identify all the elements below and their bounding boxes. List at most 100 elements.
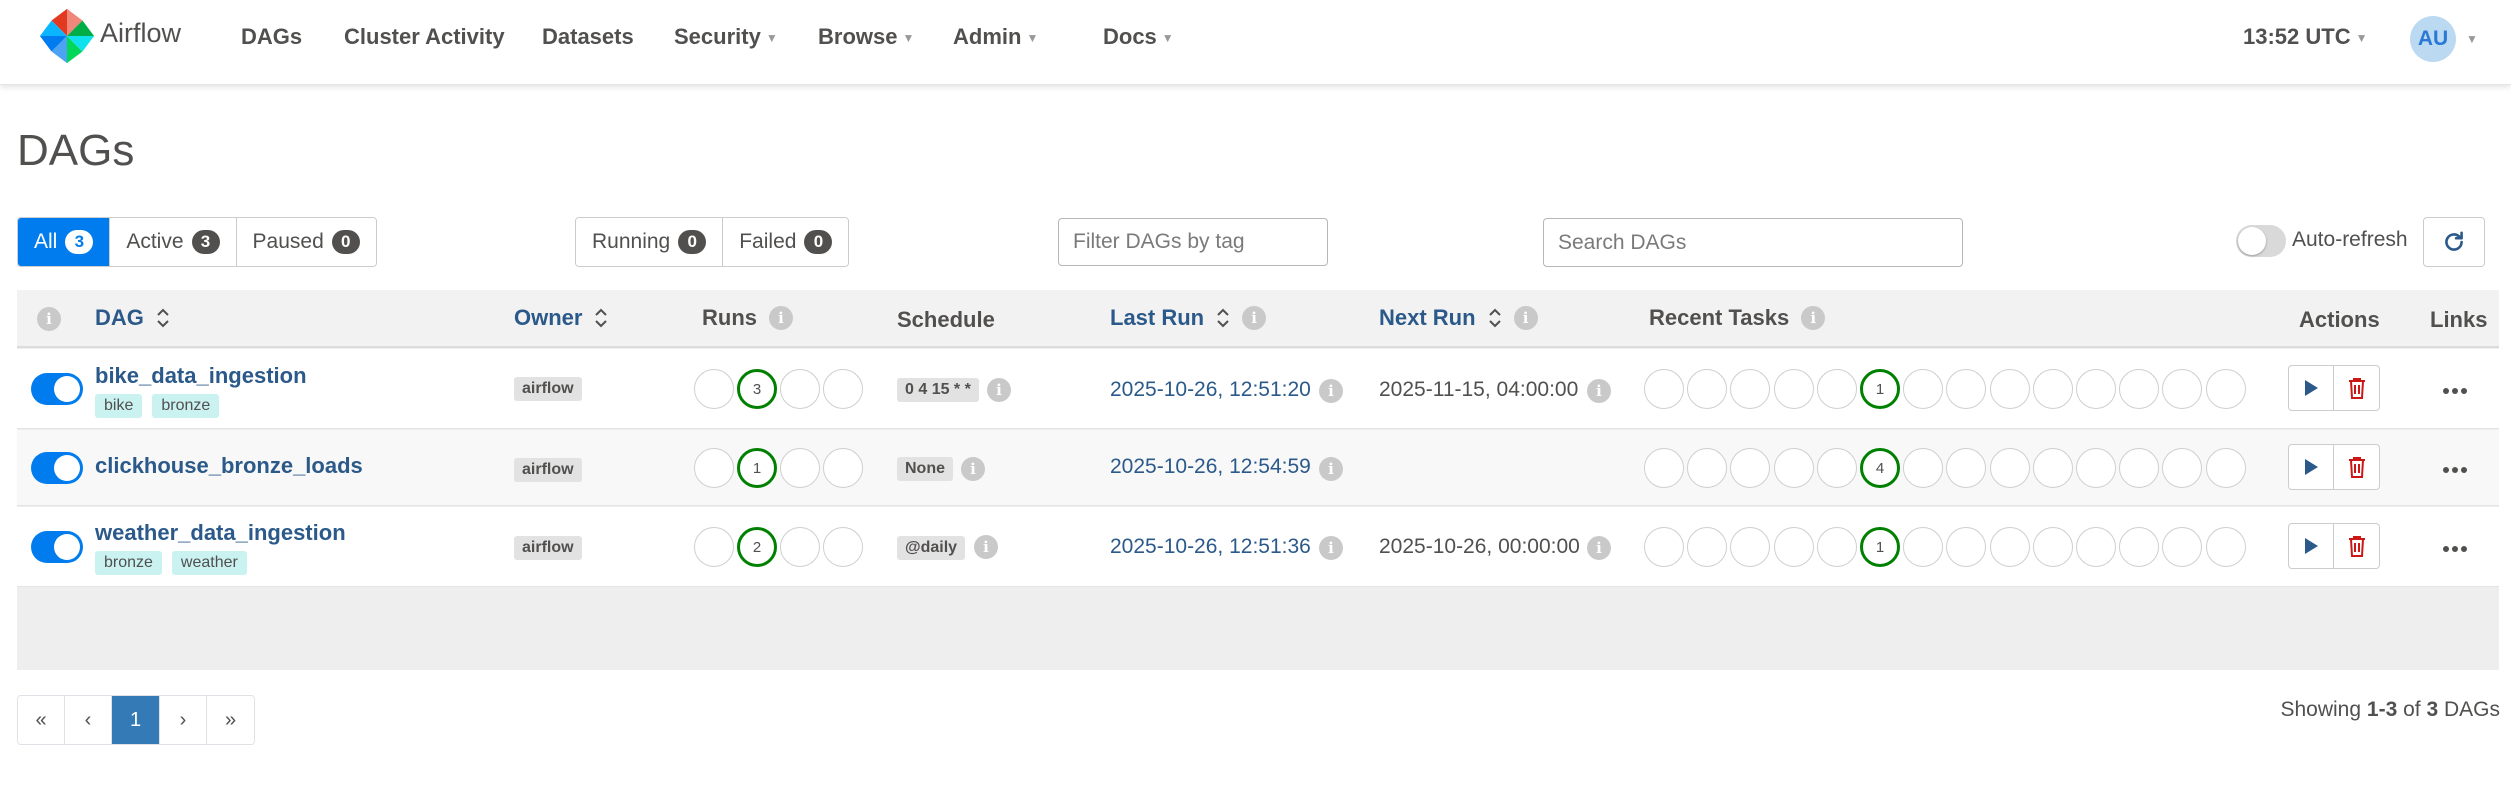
task-state-circle[interactable] [1644,448,1684,488]
nav-dags[interactable]: DAGs [241,24,302,50]
filter-active-button[interactable]: Active 3 [110,218,237,266]
sort-by-next-run-header[interactable]: Next Run i [1379,305,1538,331]
pause-toggle-switch[interactable] [31,531,83,563]
run-state-circle[interactable] [780,527,820,567]
brand-link[interactable]: Airflow [38,6,181,66]
info-icon[interactable]: i [1587,379,1611,403]
task-state-circle[interactable] [2162,369,2203,409]
task-state-circle[interactable] [1946,527,1987,567]
schedule-badge[interactable]: 0 4 15 * * [897,378,979,402]
info-icon[interactable]: i [1801,306,1826,330]
task-state-circle[interactable] [1687,527,1728,567]
task-state-circle[interactable] [1946,448,1987,488]
pause-toggle-switch[interactable] [31,373,83,405]
owner-badge[interactable]: airflow [514,536,582,560]
run-state-circle-success[interactable]: 2 [737,527,777,567]
task-state-circle[interactable] [1946,369,1987,409]
nav-security-dropdown[interactable]: Security ▼ [674,24,778,50]
user-avatar[interactable]: AU [2410,16,2456,62]
sort-by-owner-header[interactable]: Owner [514,305,608,331]
delete-dag-button[interactable] [2334,365,2380,411]
filter-failed-button[interactable]: Failed 0 [723,218,849,266]
last-run-link[interactable]: 2025-10-26, 12:51:20 [1110,378,1311,402]
task-state-circle[interactable] [2032,448,2073,488]
task-state-circle[interactable] [2076,527,2116,567]
run-state-circle[interactable] [823,369,863,409]
task-state-circle[interactable] [1773,369,1814,409]
prev-page-button[interactable]: ‹ [65,696,112,744]
nav-cluster-activity[interactable]: Cluster Activity [344,24,505,50]
task-state-circle[interactable] [2076,369,2116,409]
tag-badge[interactable]: weather [171,551,247,575]
task-state-circle[interactable] [1903,527,1944,567]
delete-dag-button[interactable] [2334,523,2380,569]
task-state-circle[interactable] [1730,527,1771,567]
task-state-circle[interactable] [1989,527,2030,567]
task-state-circle[interactable] [2119,527,2160,567]
run-state-circle[interactable] [694,448,734,488]
run-state-circle[interactable] [823,527,863,567]
task-state-circle[interactable] [2162,527,2203,567]
task-state-circle[interactable] [2032,369,2073,409]
task-state-circle[interactable] [1644,527,1684,567]
filter-paused-button[interactable]: Paused 0 [236,218,376,266]
run-state-circle[interactable] [780,448,820,488]
task-state-circle[interactable] [2162,448,2203,488]
search-dags-input[interactable] [1543,218,1963,267]
dag-id-link[interactable]: bike_data_ingestion [95,363,307,389]
info-icon[interactable]: i [1319,457,1343,481]
task-state-circle-success[interactable]: 4 [1860,448,1900,488]
more-links-button[interactable] [2442,371,2468,402]
tag-badge[interactable]: bike [95,394,143,418]
task-state-circle[interactable] [1816,527,1857,567]
last-run-link[interactable]: 2025-10-26, 12:54:59 [1110,455,1311,479]
page-1-button[interactable]: 1 [112,696,160,744]
nav-admin-dropdown[interactable]: Admin ▼ [953,24,1038,50]
schedule-badge[interactable]: @daily [897,536,966,560]
info-icon[interactable]: i [1242,306,1267,330]
task-state-circle[interactable] [1816,369,1857,409]
task-state-circle[interactable] [2205,369,2246,409]
more-links-button[interactable] [2442,450,2468,481]
task-state-circle[interactable] [1687,448,1728,488]
run-state-circle-success[interactable]: 3 [737,369,777,409]
last-run-link[interactable]: 2025-10-26, 12:51:36 [1110,535,1311,559]
task-state-circle[interactable] [1903,448,1944,488]
task-state-circle[interactable] [2076,448,2116,488]
nav-browse-dropdown[interactable]: Browse ▼ [818,24,914,50]
info-icon[interactable]: i [1319,536,1343,560]
trigger-dag-button[interactable] [2288,365,2334,411]
task-state-circle[interactable] [1644,369,1684,409]
info-icon[interactable]: i [974,535,998,559]
refresh-button[interactable] [2423,217,2485,267]
next-page-button[interactable]: › [160,696,207,744]
info-icon[interactable]: i [1513,306,1538,330]
task-state-circle[interactable] [1730,369,1771,409]
filter-all-button[interactable]: All 3 [18,218,111,266]
info-icon[interactable]: i [37,307,61,331]
auto-refresh-toggle[interactable] [2236,225,2286,257]
task-state-circle[interactable] [1989,448,2030,488]
info-icon[interactable]: i [1587,536,1611,560]
run-state-circle-success[interactable]: 1 [737,448,777,488]
schedule-badge[interactable]: None [897,457,953,481]
task-state-circle[interactable] [1773,448,1814,488]
timezone-clock-dropdown[interactable]: 13:52 UTC ▼ [2243,24,2367,50]
info-icon[interactable]: i [1319,379,1343,403]
task-state-circle[interactable] [2119,369,2160,409]
nav-docs-dropdown[interactable]: Docs ▼ [1103,24,1174,50]
task-state-circle[interactable] [1989,369,2030,409]
owner-badge[interactable]: airflow [514,377,582,401]
task-state-circle-success[interactable]: 1 [1860,527,1900,567]
delete-dag-button[interactable] [2334,444,2380,490]
last-page-button[interactable]: » [207,696,254,744]
sort-by-last-run-header[interactable]: Last Run i [1110,305,1267,331]
chevron-down-icon[interactable]: ▼ [2466,32,2478,46]
first-page-button[interactable]: « [18,696,65,744]
tag-badge[interactable]: bronze [152,394,220,418]
task-state-circle[interactable] [1687,369,1728,409]
nav-datasets[interactable]: Datasets [542,24,634,50]
info-icon[interactable]: i [961,457,985,481]
info-icon[interactable]: i [987,378,1011,402]
task-state-circle[interactable] [2205,527,2246,567]
